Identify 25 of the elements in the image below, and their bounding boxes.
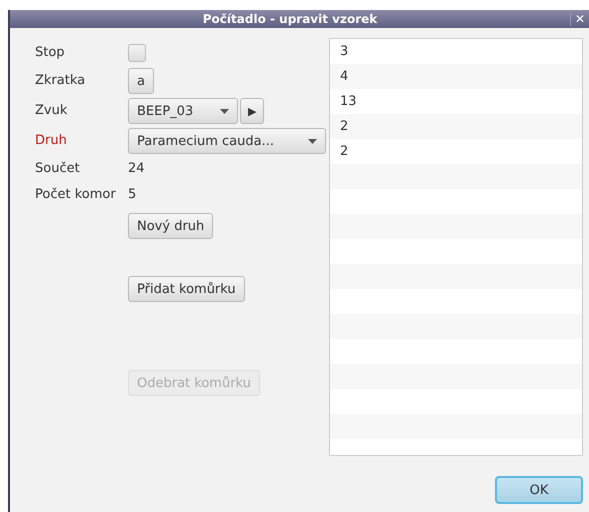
list-item[interactable]: 2 <box>330 139 582 164</box>
dropdown-arrow-icon <box>220 108 229 114</box>
window-title: Počítadlo - upravit vzorek <box>202 12 378 26</box>
list-item[interactable]: 4 <box>330 64 582 89</box>
action-button[interactable]: Nový druh <box>128 213 214 239</box>
value-text: 24 <box>128 160 145 178</box>
field-label: Druh <box>35 132 67 150</box>
play-button[interactable]: ▶ <box>240 98 264 124</box>
field-label: Počet komor <box>35 186 116 204</box>
species-dropdown[interactable]: Paramecium cauda... <box>128 128 326 154</box>
sound-dropdown[interactable]: BEEP_03 <box>128 98 238 124</box>
value-text: 5 <box>128 186 136 204</box>
close-button[interactable]: ✕ <box>570 12 589 26</box>
action-button[interactable]: Přidat komůrku <box>128 276 245 302</box>
list-item[interactable]: 2 <box>330 114 582 139</box>
list-item[interactable]: 13 <box>330 89 582 114</box>
field-label: Součet <box>35 160 80 178</box>
ok-button[interactable]: OK <box>495 476 583 504</box>
list-item[interactable]: 3 <box>330 39 582 64</box>
field-label: Zkratka <box>35 72 86 90</box>
checkbox[interactable] <box>128 44 146 62</box>
field-label: Stop <box>35 44 65 62</box>
field-label: Zvuk <box>35 102 68 120</box>
dropdown-arrow-icon <box>308 138 317 144</box>
shortcut-button[interactable]: a <box>128 68 154 94</box>
